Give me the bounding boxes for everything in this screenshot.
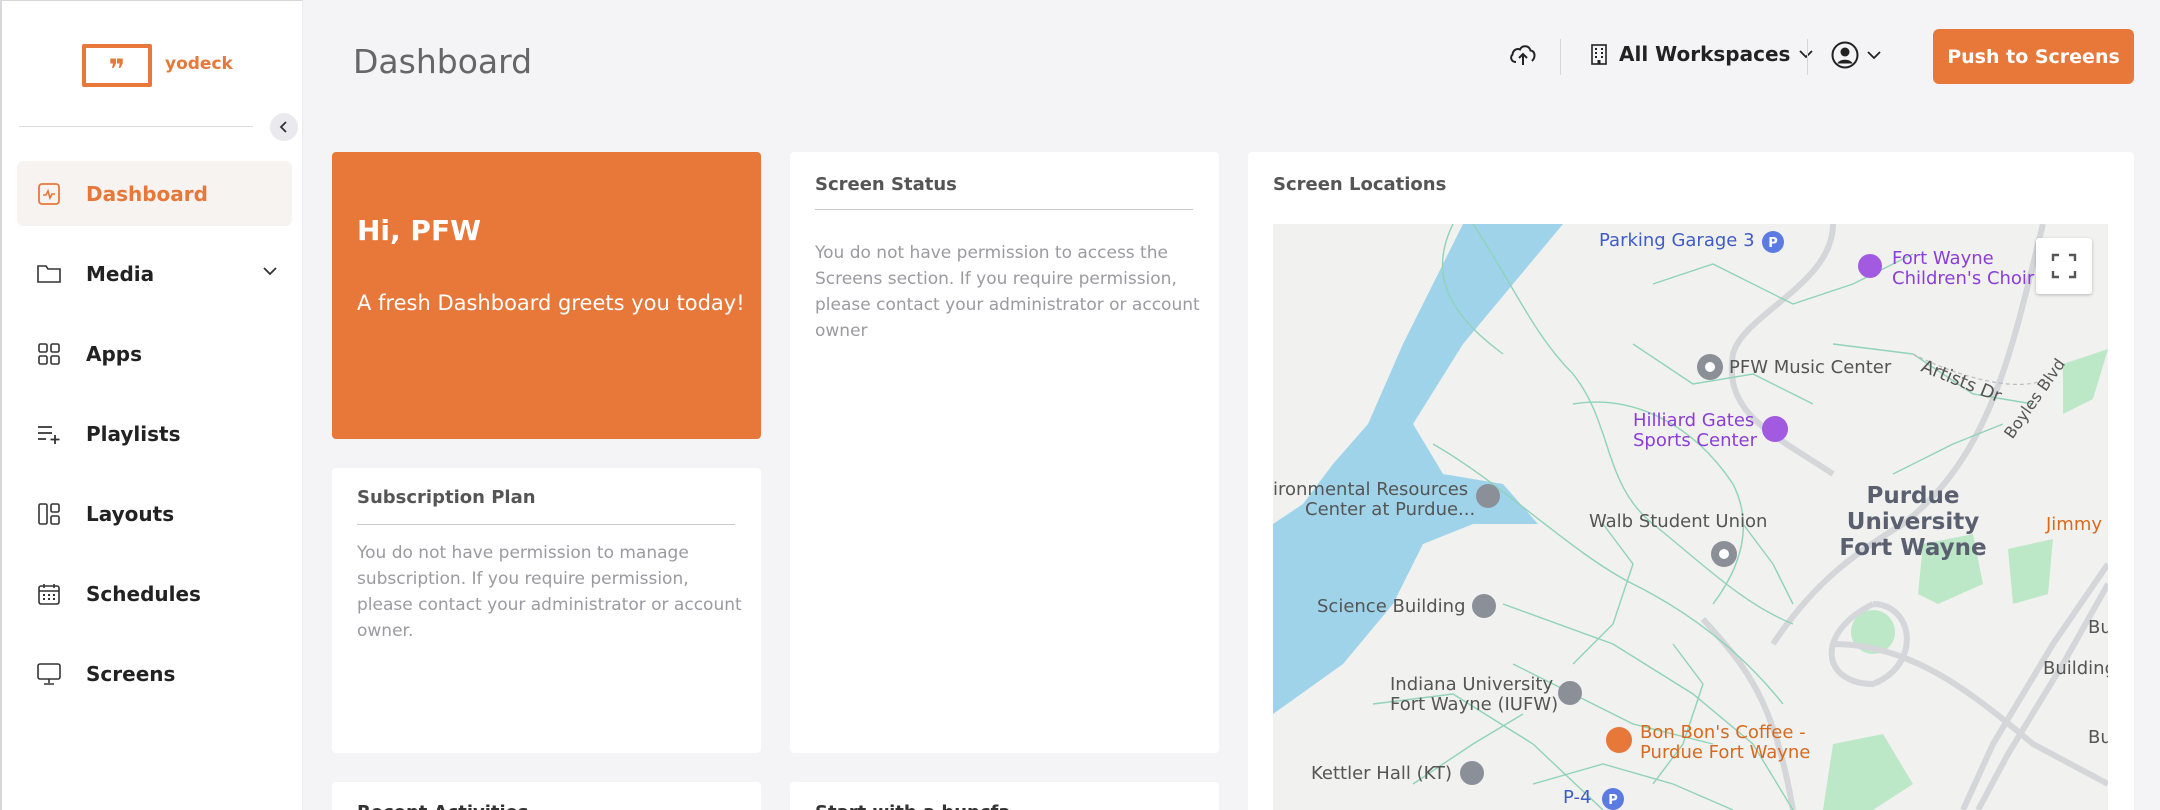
recent-activities-title: Recent Activities [357,802,529,810]
header-separator [1807,39,1808,75]
map-label: Jimmy [2046,514,2103,535]
map-label: Bu [2088,617,2108,638]
dashboard-icon [36,181,62,207]
recent-activities-card: Recent Activities [332,782,761,810]
svg-text:P: P [1768,236,1778,251]
logo-quote-icon: ❞ [108,52,126,86]
svg-text:P: P [1608,793,1618,808]
map-label: Walb Student Union [1589,511,1768,532]
map-label-line: University [1846,509,1980,535]
sidebar-item-label: Screens [86,661,176,686]
card-divider [357,524,735,525]
calendar-icon [36,581,62,607]
map-label: Building [2043,658,2108,679]
map-label: Purdue Fort Wayne [1640,742,1811,763]
subscription-message: You do not have permission to manage sub… [357,543,742,641]
sidebar-item-media[interactable]: Media [17,241,292,306]
map-label: Fort Wayne [1892,248,1994,269]
folder-icon [36,261,62,287]
chevron-down-icon [263,267,277,276]
map-label: Center at Purdue... [1305,499,1476,520]
chevron-down-icon [1867,51,1881,60]
user-menu[interactable] [1830,40,1882,70]
sidebar-item-screens[interactable]: Screens [17,641,292,706]
map-label: Bon Bon's Coffee - [1640,722,1806,743]
yodeck-logo[interactable]: ❞ [82,44,152,87]
push-to-screens-button[interactable]: Push to Screens [1933,29,2134,84]
screen-locations-title: Screen Locations [1273,174,1447,195]
sidebar-item-dashboard[interactable]: Dashboard [17,161,292,226]
sidebar-item-label: Apps [86,341,143,366]
sidebar-item-label: Dashboard [86,181,208,206]
sidebar-item-apps[interactable]: Apps [17,321,292,386]
screen-status-title: Screen Status [815,174,957,195]
map-label: ironmental Resources [1273,479,1469,500]
workspace-label: All Workspaces [1619,42,1791,66]
sidebar-item-label: Playlists [86,421,181,446]
monitor-icon [36,661,62,687]
sidebar-item-schedules[interactable]: Schedules [17,561,292,626]
map-label: Fort Wayne (IUFW) [1390,694,1559,715]
upload-button[interactable] [1508,40,1538,74]
map-label: Purdue University Fort Wayne [1813,483,2013,561]
map-label: PFW Music Center [1729,357,1892,378]
get-started-card: Start with a buncfa [790,782,1219,810]
cloud-upload-icon [1510,45,1536,65]
sidebar-item-label: Media [86,261,155,286]
map-label: Hilliard Gates [1633,410,1755,431]
screen-locations-map[interactable]: P P Parking Garage 3 Fort Wayne Children… [1273,224,2108,810]
building-icon [1591,44,1607,65]
map-label-line: Fort Wayne [1839,535,1987,561]
apps-grid-icon [36,341,62,367]
subscription-title: Subscription Plan [357,487,536,508]
sidebar-item-label: Schedules [86,581,201,606]
chevron-left-icon [279,121,287,133]
playlist-add-icon [36,421,62,447]
map-label: Sports Center [1633,430,1758,451]
user-avatar-icon [1831,41,1859,69]
page-title: Dashboard [353,42,533,81]
map-label: Children's Choir [1892,268,2035,289]
layout-icon [36,501,62,527]
welcome-message: A fresh Dashboard greets you today! [357,291,745,315]
fullscreen-icon [2051,253,2077,279]
collapse-sidebar-button[interactable] [270,113,298,141]
welcome-card: Hi, PFW A fresh Dashboard greets you tod… [332,152,761,439]
map-label: Kettler Hall (KT) [1311,763,1453,784]
get-started-title: Start with a buncfa [815,802,1011,810]
subscription-card: Subscription Plan You do not have permis… [332,468,761,753]
logo-text: yodeck [165,54,233,74]
sidebar: ❞ yodeck Dashboard Media Apps Playlists [0,0,303,810]
sidebar-item-label: Layouts [86,501,175,526]
sidebar-item-layouts[interactable]: Layouts [17,481,292,546]
header-separator [1560,39,1561,75]
screen-status-message: You do not have permission to access the… [815,243,1200,341]
screen-status-card: Screen Status You do not have permission… [790,152,1219,753]
welcome-greeting: Hi, PFW [357,214,481,247]
map-label: Parking Garage 3 [1599,230,1755,251]
map-label: Bu [2088,727,2108,748]
card-divider [815,209,1193,210]
sidebar-divider [19,126,253,127]
map-label: P-4 [1563,787,1592,808]
workspace-selector[interactable]: All Workspaces [1589,42,1824,66]
map-label: Science Building [1317,596,1466,617]
sidebar-item-playlists[interactable]: Playlists [17,401,292,466]
map-fullscreen-button[interactable] [2036,238,2092,294]
map-label-line: Purdue [1866,483,1960,509]
map-label: Indiana University [1390,674,1554,695]
